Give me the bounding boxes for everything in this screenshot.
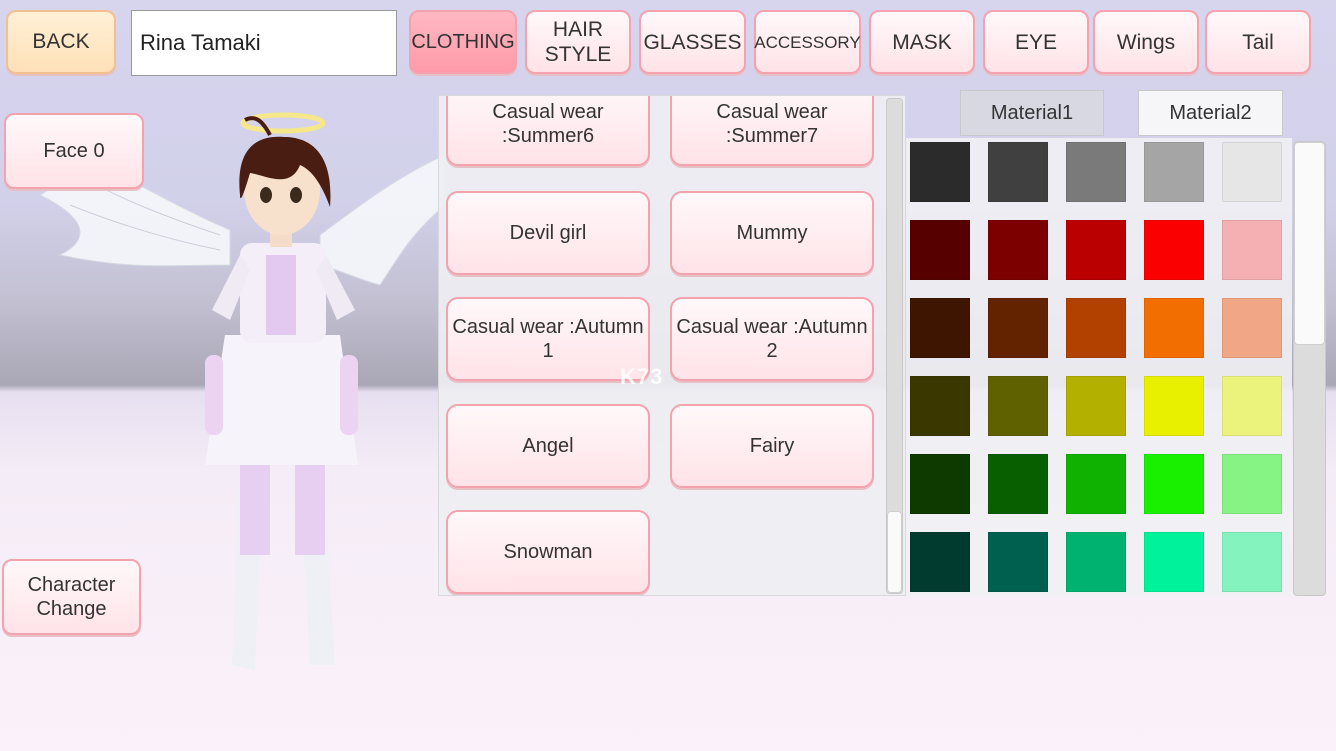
tab-tail[interactable]: Tail bbox=[1205, 10, 1311, 74]
color-palette-scrollbar[interactable] bbox=[1293, 141, 1326, 596]
color-scrollbar-thumb[interactable] bbox=[1294, 142, 1325, 345]
color-swatch[interactable] bbox=[1222, 298, 1282, 358]
color-swatch[interactable] bbox=[910, 376, 970, 436]
back-button[interactable]: BACK bbox=[6, 10, 116, 74]
color-swatch[interactable] bbox=[1066, 454, 1126, 514]
color-swatch[interactable] bbox=[1066, 142, 1126, 202]
color-swatch[interactable] bbox=[1066, 298, 1126, 358]
color-swatch[interactable] bbox=[988, 532, 1048, 592]
outfit-item[interactable]: Angel bbox=[446, 404, 650, 488]
outfit-list-scrollbar[interactable] bbox=[886, 98, 903, 594]
color-swatch[interactable] bbox=[1222, 454, 1282, 514]
color-swatch[interactable] bbox=[988, 142, 1048, 202]
color-swatch[interactable] bbox=[1144, 142, 1204, 202]
color-swatch[interactable] bbox=[1144, 454, 1204, 514]
color-swatch[interactable] bbox=[910, 142, 970, 202]
color-swatch[interactable] bbox=[910, 454, 970, 514]
color-swatch[interactable] bbox=[1144, 220, 1204, 280]
color-swatch[interactable] bbox=[910, 220, 970, 280]
color-swatch[interactable] bbox=[1222, 220, 1282, 280]
tab-hair-style[interactable]: HAIR STYLE bbox=[525, 10, 631, 74]
tab-eye[interactable]: EYE bbox=[983, 10, 1089, 74]
color-swatch[interactable] bbox=[910, 532, 970, 592]
tab-mask[interactable]: MASK bbox=[869, 10, 975, 74]
color-swatch[interactable] bbox=[1144, 532, 1204, 592]
tab-clothing[interactable]: CLOTHING bbox=[409, 10, 517, 74]
color-swatch[interactable] bbox=[988, 298, 1048, 358]
face-button[interactable]: Face 0 bbox=[4, 113, 144, 189]
outfit-list-panel: Casual wear :Summer6 Casual wear :Summer… bbox=[438, 95, 906, 596]
outfit-item[interactable]: Snowman bbox=[446, 510, 650, 594]
outfit-item[interactable]: Casual wear :Autumn 2 bbox=[670, 297, 874, 381]
color-swatch-grid bbox=[906, 138, 1292, 596]
color-swatch[interactable] bbox=[1066, 376, 1126, 436]
tab-accessory[interactable]: ACCESSORY bbox=[754, 10, 861, 74]
color-swatch[interactable] bbox=[988, 454, 1048, 514]
color-swatch[interactable] bbox=[988, 220, 1048, 280]
face-value: 0 bbox=[93, 140, 105, 162]
material1-tab[interactable]: Material1 bbox=[960, 90, 1104, 136]
watermark-logo: K73 bbox=[620, 364, 664, 389]
character-name-field[interactable]: Rina Tamaki bbox=[131, 10, 397, 76]
face-label: Face bbox=[43, 140, 88, 162]
tab-wings[interactable]: Wings bbox=[1093, 10, 1199, 74]
outfit-item[interactable]: Casual wear :Summer7 bbox=[670, 96, 874, 166]
color-swatch[interactable] bbox=[1144, 298, 1204, 358]
outfit-item[interactable]: Casual wear :Summer6 bbox=[446, 96, 650, 166]
character-change-button[interactable]: Character Change bbox=[2, 559, 141, 635]
color-swatch[interactable] bbox=[1066, 532, 1126, 592]
outfit-item[interactable]: Fairy bbox=[670, 404, 874, 488]
color-swatch[interactable] bbox=[910, 298, 970, 358]
outfit-scrollbar-thumb[interactable] bbox=[887, 511, 902, 593]
color-swatch[interactable] bbox=[1144, 376, 1204, 436]
color-swatch[interactable] bbox=[1222, 376, 1282, 436]
outfit-item[interactable]: Devil girl bbox=[446, 191, 650, 275]
color-swatch[interactable] bbox=[988, 376, 1048, 436]
material2-tab[interactable]: Material2 bbox=[1138, 90, 1283, 136]
color-swatch[interactable] bbox=[1066, 220, 1126, 280]
color-swatch[interactable] bbox=[1222, 142, 1282, 202]
tab-glasses[interactable]: GLASSES bbox=[639, 10, 746, 74]
color-swatch[interactable] bbox=[1222, 532, 1282, 592]
outfit-item[interactable]: Mummy bbox=[670, 191, 874, 275]
